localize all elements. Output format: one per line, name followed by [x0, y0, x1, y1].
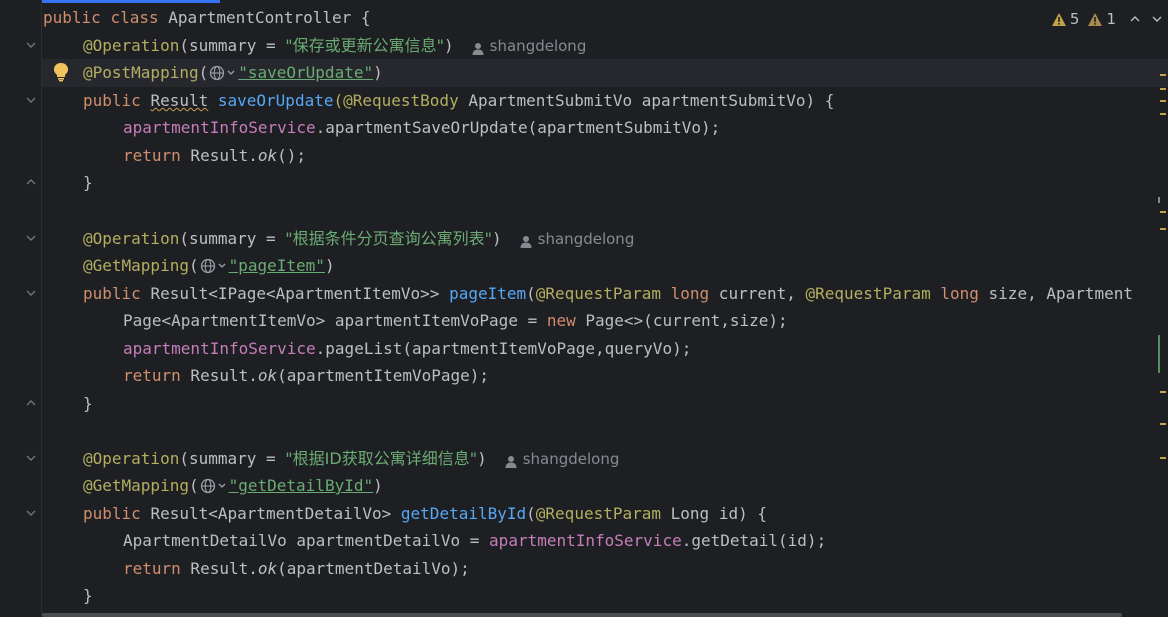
gutter — [0, 0, 41, 617]
code-line-mapping[interactable]: @GetMapping("pageItem") — [83, 252, 335, 279]
code-line-body[interactable]: apartmentInfoService.pageList(apartmentI… — [123, 335, 691, 362]
fold-chevron-icon[interactable] — [25, 94, 37, 106]
warnings-count[interactable]: 5 — [1051, 10, 1079, 28]
code-line-operation[interactable]: @Operation(summary = "根据条件分页查询公寓列表") shan… — [83, 225, 634, 252]
code-line-operation[interactable]: @Operation(summary = "根据ID获取公寓详细信息") shan… — [83, 445, 619, 472]
code-line-closing-brace[interactable]: } — [83, 582, 93, 609]
stripe-mark[interactable] — [1160, 113, 1166, 115]
code-line-body[interactable]: Page<ApartmentItemVo> apartmentItemVoPag… — [123, 307, 788, 334]
stripe-mark[interactable] — [1160, 211, 1166, 213]
gutter-divider — [41, 0, 42, 617]
fold-chevron-icon[interactable] — [25, 287, 37, 299]
globe-icon[interactable] — [199, 257, 229, 275]
globe-icon[interactable] — [208, 64, 238, 82]
fold-chevron-icon[interactable] — [25, 507, 37, 519]
error-stripe[interactable] — [1158, 0, 1168, 617]
code-line-return[interactable]: return Result.ok(apartmentDetailVo); — [123, 555, 470, 582]
code-line-body[interactable]: apartmentInfoService.apartmentSaveOrUpda… — [123, 114, 720, 141]
fold-end-icon[interactable] — [25, 397, 37, 409]
code-line-closing-brace[interactable]: } — [83, 169, 93, 196]
fold-end-icon[interactable] — [25, 176, 37, 188]
author-hint[interactable]: shangdelong — [505, 450, 619, 468]
fold-chevron-icon[interactable] — [25, 452, 37, 464]
stripe-mark[interactable] — [1160, 74, 1166, 76]
code-line-mapping[interactable]: @GetMapping("getDetailById") — [83, 472, 383, 499]
horizontal-scrollbar[interactable] — [42, 613, 1122, 617]
stripe-mark[interactable] — [1160, 423, 1166, 425]
stripe-mark[interactable] — [1160, 391, 1166, 393]
stripe-mark[interactable] — [1160, 88, 1166, 90]
code-line-closing-brace[interactable]: } — [83, 390, 93, 417]
stripe-mark[interactable] — [1160, 100, 1166, 102]
lightbulb-icon[interactable] — [52, 62, 70, 82]
stripe-mark[interactable] — [1160, 457, 1166, 459]
code-line-return[interactable]: return Result.ok(apartmentItemVoPage); — [123, 362, 489, 389]
fold-chevron-icon[interactable] — [25, 232, 37, 244]
author-hint[interactable]: shangdelong — [520, 230, 634, 248]
fold-chevron-icon[interactable] — [25, 39, 37, 51]
code-line-class[interactable]: public class ApartmentController { — [43, 4, 371, 31]
warning-icon — [1051, 12, 1066, 26]
code-editor[interactable]: public class ApartmentController { @Oper… — [0, 0, 1168, 617]
code-line-body[interactable]: ApartmentDetailVo apartmentDetailVo = ap… — [123, 527, 826, 554]
code-line-signature[interactable]: public Result<ApartmentDetailVo> getDeta… — [83, 500, 767, 527]
code-line-operation[interactable]: @Operation(summary = "保存或更新公寓信息") shangde… — [83, 32, 586, 59]
weak-warnings-count[interactable]: 1 — [1087, 10, 1116, 28]
user-icon — [505, 451, 517, 468]
previous-highlight-button[interactable] — [1124, 13, 1146, 25]
change-marker[interactable] — [1158, 335, 1160, 373]
weak-warning-icon — [1088, 12, 1103, 26]
code-line-signature[interactable]: public Result saveOrUpdate(@RequestBody … — [83, 87, 834, 114]
user-icon — [520, 231, 532, 248]
author-hint[interactable]: shangdelong — [472, 37, 586, 55]
globe-icon[interactable] — [199, 477, 229, 495]
stripe-mark[interactable] — [1160, 228, 1166, 230]
code-line-signature[interactable]: public Result<IPage<ApartmentItemVo>> pa… — [83, 280, 1133, 307]
inspection-widget[interactable]: 5 1 — [1044, 8, 1168, 30]
stripe-mark[interactable] — [1158, 197, 1160, 203]
code-line-mapping[interactable]: @PostMapping("saveOrUpdate") — [83, 59, 383, 86]
chevron-up-icon — [1130, 16, 1140, 22]
user-icon — [472, 38, 484, 55]
code-line-return[interactable]: return Result.ok(); — [123, 142, 306, 169]
